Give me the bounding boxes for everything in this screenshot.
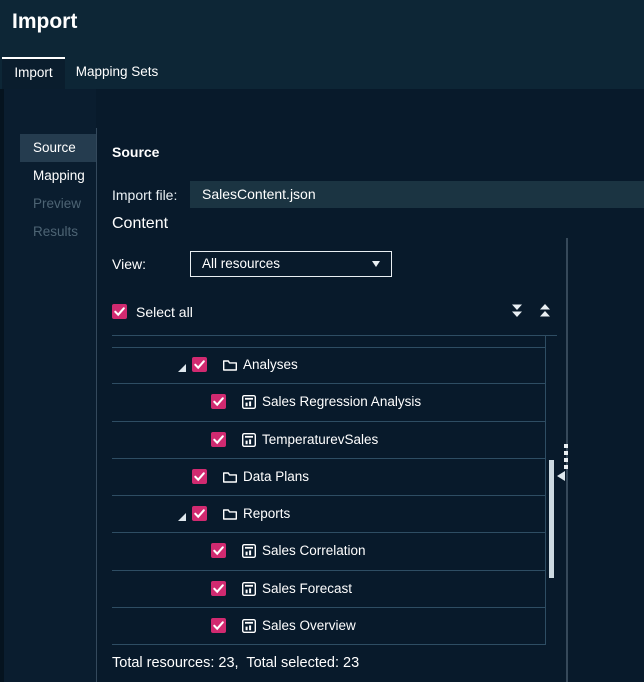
tree-item-label: Analyses xyxy=(243,357,298,372)
tree-checkbox[interactable] xyxy=(211,618,226,633)
resource-icon xyxy=(241,581,257,597)
splitter-grip-icon[interactable] xyxy=(564,444,569,470)
tree-row[interactable]: Reports xyxy=(112,496,545,533)
tree-checkbox[interactable] xyxy=(211,394,226,409)
import-file-value: SalesContent.json xyxy=(202,181,316,208)
content-heading: Content xyxy=(112,215,168,233)
tree-row[interactable]: Sales Overview xyxy=(112,608,545,645)
tab-import[interactable]: Import xyxy=(2,57,65,89)
import-file-field[interactable]: SalesContent.json xyxy=(190,181,644,208)
view-dropdown[interactable]: All resources xyxy=(190,251,392,277)
tree-item-label: Reports xyxy=(243,506,290,521)
tree-checkbox[interactable] xyxy=(211,432,226,447)
folder-icon xyxy=(222,357,238,373)
tree-row[interactable]: TemperaturevSales xyxy=(112,422,545,459)
expand-all-icon[interactable] xyxy=(509,303,525,319)
tree-item-label: Sales Correlation xyxy=(262,543,366,558)
tab-bar: Import Mapping Sets xyxy=(0,57,644,89)
vertical-scrollbar[interactable] xyxy=(549,460,554,578)
dialog-header: Import xyxy=(0,0,644,57)
tree-item-label: Sales Regression Analysis xyxy=(262,394,421,409)
folder-icon xyxy=(222,469,238,485)
chevron-down-icon xyxy=(372,261,380,267)
folder-icon xyxy=(222,506,238,522)
tree-expand-icon[interactable] xyxy=(177,509,187,519)
tree-row[interactable]: Analyses xyxy=(112,347,545,384)
resource-icon xyxy=(241,543,257,559)
tree-checkbox[interactable] xyxy=(211,543,226,558)
collapse-panel-icon[interactable] xyxy=(557,471,565,481)
tree-row[interactable]: Sales Correlation xyxy=(112,533,545,570)
tree-item-label: Sales Forecast xyxy=(262,581,352,596)
sidebar-item-preview: Preview xyxy=(20,190,96,218)
tree-checkbox[interactable] xyxy=(192,506,207,521)
tree-checkbox[interactable] xyxy=(192,357,207,372)
sidebar-item-mapping[interactable]: Mapping xyxy=(20,162,96,190)
sidebar-item-source[interactable]: Source xyxy=(20,134,96,162)
checkmark-icon xyxy=(112,304,127,319)
sidebar-divider xyxy=(96,128,97,682)
sidebar-item-results: Results xyxy=(20,218,96,246)
resource-icon xyxy=(241,394,257,410)
tree-item-label: Sales Overview xyxy=(262,618,356,633)
import-dialog: Import Import Mapping Sets Source Mappin… xyxy=(0,0,644,682)
view-label: View: xyxy=(112,256,146,272)
list-right-border xyxy=(545,335,546,645)
tree-checkbox[interactable] xyxy=(192,469,207,484)
collapse-all-icon[interactable] xyxy=(537,303,553,319)
tree-row[interactable]: Sales Forecast xyxy=(112,571,545,608)
resource-icon xyxy=(241,432,257,448)
tree-item-label: Data Plans xyxy=(243,469,309,484)
page-title: Import xyxy=(12,10,77,34)
tab-mapping-sets[interactable]: Mapping Sets xyxy=(65,57,169,89)
view-dropdown-value: All resources xyxy=(202,252,280,276)
totals-text: Total resources: 23, Total selected: 23 xyxy=(112,655,359,671)
tree-item-label: TemperaturevSales xyxy=(262,432,378,447)
source-heading: Source xyxy=(112,144,159,160)
tree-checkbox[interactable] xyxy=(211,581,226,596)
tree-expand-icon[interactable] xyxy=(177,360,187,370)
select-all-label: Select all xyxy=(136,304,193,320)
resource-tree: Analyses Sales Regression Analysis Tempera… xyxy=(112,347,545,645)
resource-icon xyxy=(241,618,257,634)
select-all-checkbox[interactable] xyxy=(112,304,127,319)
tree-row[interactable]: Sales Regression Analysis xyxy=(112,384,545,421)
tree-row[interactable]: Data Plans xyxy=(112,459,545,496)
import-file-label: Import file: xyxy=(112,187,177,203)
